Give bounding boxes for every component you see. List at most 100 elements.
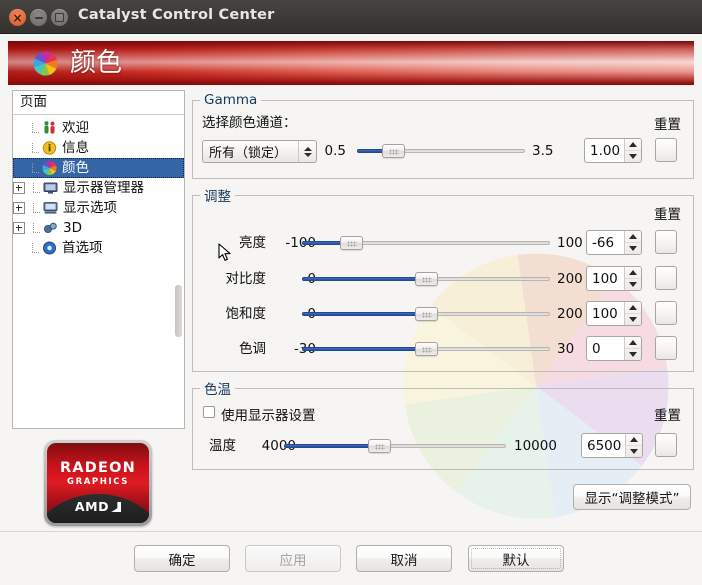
pages-tree-panel: 页面 欢迎 信息 颜色 显示器管理器 显示选项 3D 首选项 [12, 90, 185, 429]
sidebar-item-preferences[interactable]: 首选项 [13, 238, 184, 258]
sidebar-item-display-manager[interactable]: 显示器管理器 [13, 178, 184, 198]
monitor-icon [43, 182, 58, 194]
expand-icon[interactable] [13, 222, 25, 234]
sidebar-item-color[interactable]: 颜色 [13, 158, 184, 178]
close-icon[interactable] [9, 9, 26, 26]
saturation-value: 100 [592, 305, 618, 322]
tree-branch-line [27, 123, 41, 133]
spin-up-icon[interactable] [625, 302, 641, 314]
temperature-label: 温度 [209, 438, 236, 454]
slider-thumb[interactable] [340, 236, 364, 250]
slider-thumb[interactable] [381, 144, 405, 158]
temperature-max: 10000 [514, 438, 557, 454]
defaults-button[interactable]: 默认 [468, 545, 564, 572]
spin-down-icon[interactable] [625, 349, 641, 360]
gamma-legend: Gamma [204, 92, 258, 108]
sidebar-item-label: 首选项 [62, 240, 103, 256]
hue-reset-checkbox[interactable] [655, 336, 677, 360]
slider-thumb[interactable] [367, 439, 391, 453]
gamma-reset-header: 重置 [654, 117, 681, 133]
brightness-spinbox[interactable]: -66 [586, 230, 642, 255]
saturation-label: 饱和度 [225, 306, 267, 322]
pages-tree-body: 欢迎 信息 颜色 显示器管理器 显示选项 3D 首选项 [13, 115, 184, 258]
slider-thumb[interactable] [414, 272, 438, 286]
temperature-spinbox[interactable]: 6500 [581, 433, 643, 458]
maximize-icon[interactable] [51, 9, 68, 26]
saturation-spinbox[interactable]: 100 [586, 301, 642, 326]
hue-row: 色调 -30 30 0 [192, 336, 692, 361]
adjust-legend: 调整 [204, 189, 231, 205]
minimize-icon[interactable] [30, 9, 47, 26]
sidebar-scrollbar-thumb[interactable] [175, 285, 182, 337]
gamma-spin-value: 1.00 [590, 142, 621, 159]
temperature-value: 6500 [587, 437, 622, 454]
sidebar-item-3d[interactable]: 3D [13, 218, 184, 238]
sidebar-item-label: 颜色 [62, 160, 89, 176]
slider-fill [302, 277, 426, 281]
use-display-settings-checkbox[interactable] [203, 406, 215, 418]
hue-spinbox[interactable]: 0 [586, 336, 642, 361]
tree-branch-line [28, 203, 42, 213]
brightness-row: 亮度 -100 100 -66 [192, 230, 692, 255]
temperature-legend: 色温 [204, 382, 231, 398]
spin-down-icon[interactable] [625, 243, 641, 254]
slider-thumb[interactable] [414, 307, 438, 321]
amd-arrow-icon [111, 502, 122, 512]
spin-up-icon[interactable] [626, 434, 642, 446]
spin-down-icon[interactable] [625, 279, 641, 290]
sidebar-item-welcome[interactable]: 欢迎 [13, 118, 184, 138]
gamma-reset-checkbox[interactable] [655, 138, 677, 162]
spin-down-icon[interactable] [626, 446, 642, 457]
ok-button[interactable]: 确定 [134, 545, 230, 572]
slider-fill [284, 444, 380, 448]
logo-vendor: AMD [47, 499, 149, 514]
gamma-slider[interactable] [357, 144, 525, 158]
welcome-icon [44, 121, 55, 134]
cancel-button[interactable]: 取消 [356, 545, 452, 572]
expand-icon[interactable] [13, 182, 25, 194]
catalyst-control-center-window: Catalyst Control Center 颜色 页面 [0, 0, 702, 585]
logo-sub: GRAPHICS [67, 477, 129, 487]
spin-down-icon[interactable] [625, 151, 641, 162]
spin-up-icon[interactable] [625, 337, 641, 349]
sidebar-item-information[interactable]: 信息 [13, 138, 184, 158]
use-display-settings-label: 使用显示器设置 [221, 408, 316, 424]
expand-icon[interactable] [13, 202, 25, 214]
slider-thumb[interactable] [414, 342, 438, 356]
tree-branch-line [27, 143, 41, 153]
gamma-spin-buttons[interactable] [624, 139, 641, 162]
spin-up-icon[interactable] [625, 267, 641, 279]
gamma-min-value: 0.5 [324, 143, 346, 159]
color-icon [42, 160, 57, 176]
info-icon [42, 141, 57, 155]
sidebar-item-label: 显示选项 [63, 200, 117, 216]
cube-3d-icon [44, 222, 57, 233]
color-wheel-icon [33, 51, 58, 76]
spin-up-icon[interactable] [625, 231, 641, 243]
saturation-reset-checkbox[interactable] [655, 301, 677, 325]
radeon-graphics-logo: RADEON GRAPHICS AMD [44, 440, 152, 526]
spin-up-icon[interactable] [625, 139, 641, 151]
brightness-slider[interactable] [302, 236, 550, 250]
adjust-reset-header: 重置 [654, 207, 681, 223]
spin-down-icon[interactable] [625, 314, 641, 325]
gamma-channel-label: 选择颜色通道： [202, 115, 297, 131]
apply-button: 应用 [245, 545, 341, 572]
sidebar-item-label: 欢迎 [62, 120, 89, 136]
hue-slider[interactable] [302, 342, 550, 356]
contrast-row: 对比度 0 200 100 [192, 266, 692, 291]
contrast-spinbox[interactable]: 100 [586, 266, 642, 291]
brightness-reset-checkbox[interactable] [655, 230, 677, 254]
hue-value: 0 [592, 340, 601, 357]
temperature-reset-checkbox[interactable] [655, 433, 677, 457]
contrast-slider[interactable] [302, 272, 550, 286]
show-adjust-mode-button[interactable]: 显示“调整模式” [573, 484, 691, 510]
gamma-max-value: 3.5 [532, 143, 554, 159]
sidebar-item-display-options[interactable]: 显示选项 [13, 198, 184, 218]
temperature-reset-header: 重置 [654, 408, 681, 424]
gamma-spinbox[interactable]: 1.00 [584, 138, 642, 163]
contrast-reset-checkbox[interactable] [655, 266, 677, 290]
temperature-slider[interactable] [284, 439, 506, 453]
saturation-slider[interactable] [302, 307, 550, 321]
slider-fill [302, 347, 426, 351]
